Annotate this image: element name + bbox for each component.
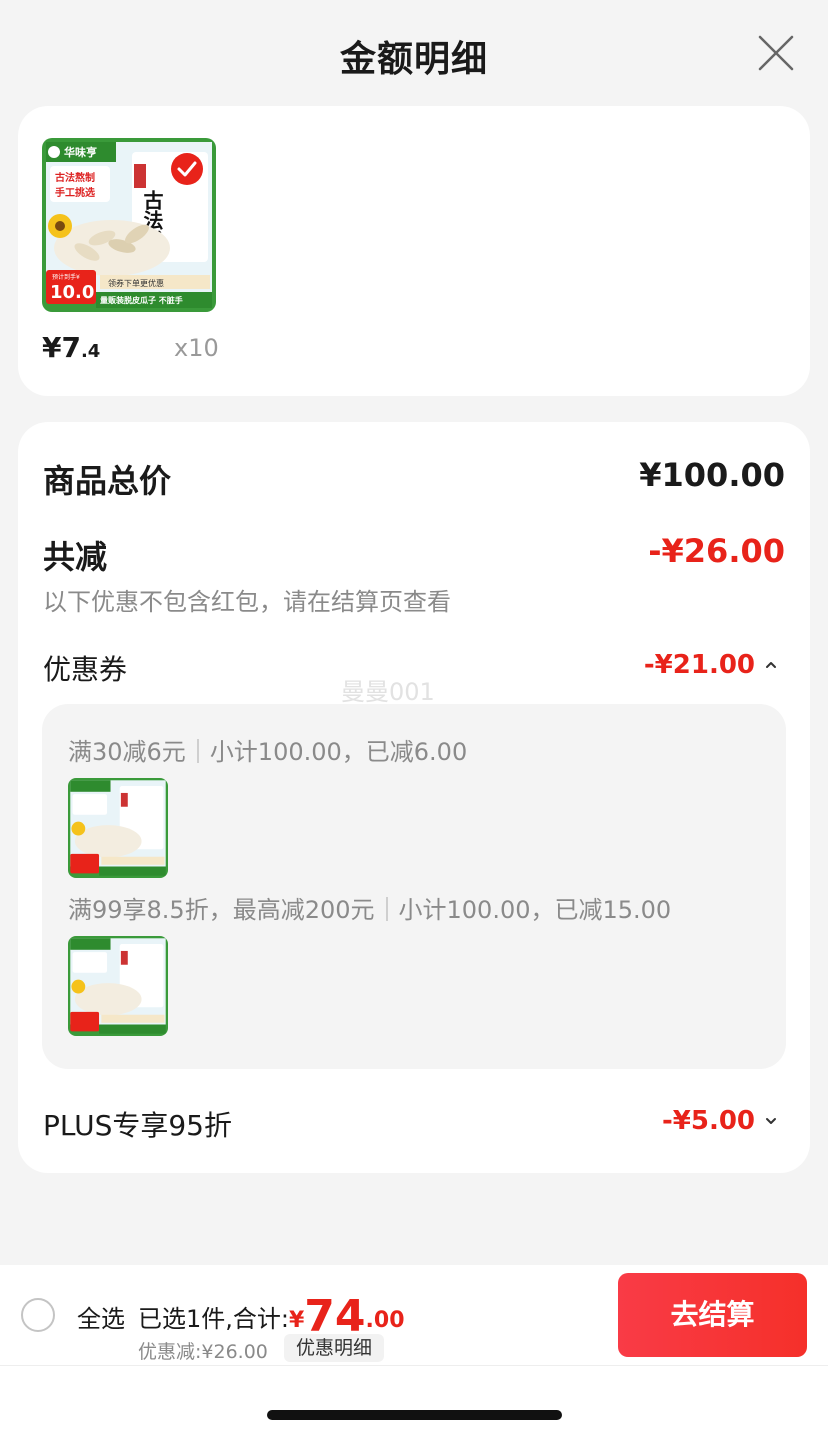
plus-discount-value[interactable]: -¥5.00: [662, 1106, 755, 1136]
select-all-label[interactable]: 全选: [77, 1299, 125, 1334]
checkout-bar: 全选 已选1件,合计:¥74.00 优惠减:¥26.00 优惠明细 去结算: [0, 1265, 828, 1365]
home-area: [0, 1365, 828, 1438]
svg-text:10.0: 10.0: [50, 282, 94, 303]
product-image[interactable]: 华味亨 古法熬制 手工挑选 古法瓜 预计到手¥ 10.0 领券下单更优惠 量贩装…: [42, 138, 216, 312]
chevron-up-icon[interactable]: [764, 658, 778, 672]
coupon-rule-1: 满30减6元 小计100.00，已减6.00: [68, 738, 468, 766]
sheet: 金额明细 华味亨 古法熬制 手工挑选 古法瓜 预计到手¥ 10.0 领券下单更优…: [0, 0, 828, 1265]
check-badge-icon: [171, 153, 203, 185]
product-card: 华味亨 古法熬制 手工挑选 古法瓜 预计到手¥ 10.0 领券下单更优惠 量贩装…: [18, 106, 810, 396]
discount-detail-button[interactable]: 优惠明细: [284, 1334, 385, 1362]
total-price-label: 商品总价: [43, 462, 172, 500]
total-reduction-label: 共减: [43, 538, 108, 576]
chevron-down-icon[interactable]: [764, 1114, 778, 1128]
coupon-product-thumbnail: [68, 936, 168, 1036]
brand-text: 华味亨: [64, 145, 97, 159]
checkout-button[interactable]: 去结算: [618, 1273, 807, 1357]
svg-text:领券下单更优惠: 领券下单更优惠: [108, 278, 164, 288]
sheet-title: 金额明细: [339, 39, 488, 80]
svg-text:量贩装脱皮瓜子 不脏手: 量贩装脱皮瓜子 不脏手: [100, 295, 183, 305]
coupon-value[interactable]: -¥21.00: [644, 650, 755, 680]
svg-text:古法熬制: 古法熬制: [55, 171, 95, 184]
total-reduction-value: -¥26.00: [648, 532, 785, 570]
close-icon[interactable]: [755, 32, 797, 74]
unit-price: ¥7.4: [42, 331, 101, 364]
plus-discount-label[interactable]: PLUS专享95折: [43, 1104, 232, 1144]
coupon-rule-2: 满99享8.5折，最高减200元 小计100.00，已减15.00: [68, 896, 672, 924]
discount-summary: 优惠减:¥26.00: [138, 1341, 268, 1363]
quantity: x10: [174, 334, 219, 362]
coupon-label[interactable]: 优惠券: [43, 648, 127, 688]
coupon-detail-panel: 满30减6元 小计100.00，已减6.00 满99享8.5折，最高减200元 小计…: [42, 704, 786, 1069]
home-indicator[interactable]: [267, 1410, 562, 1420]
coupon-product-thumbnail: [68, 778, 168, 878]
watermark: 曼曼001: [341, 678, 435, 706]
select-all-radio[interactable]: [21, 1298, 55, 1332]
svg-text:手工挑选: 手工挑选: [55, 186, 95, 199]
svg-text:预计到手¥: 预计到手¥: [52, 273, 80, 281]
price-breakdown-card: 商品总价 ¥100.00 共减 -¥26.00 以下优惠不包含红包，请在结算页查…: [18, 422, 810, 1173]
reduction-note: 以下优惠不包含红包，请在结算页查看: [43, 588, 451, 616]
total-price-value: ¥100.00: [639, 456, 785, 494]
